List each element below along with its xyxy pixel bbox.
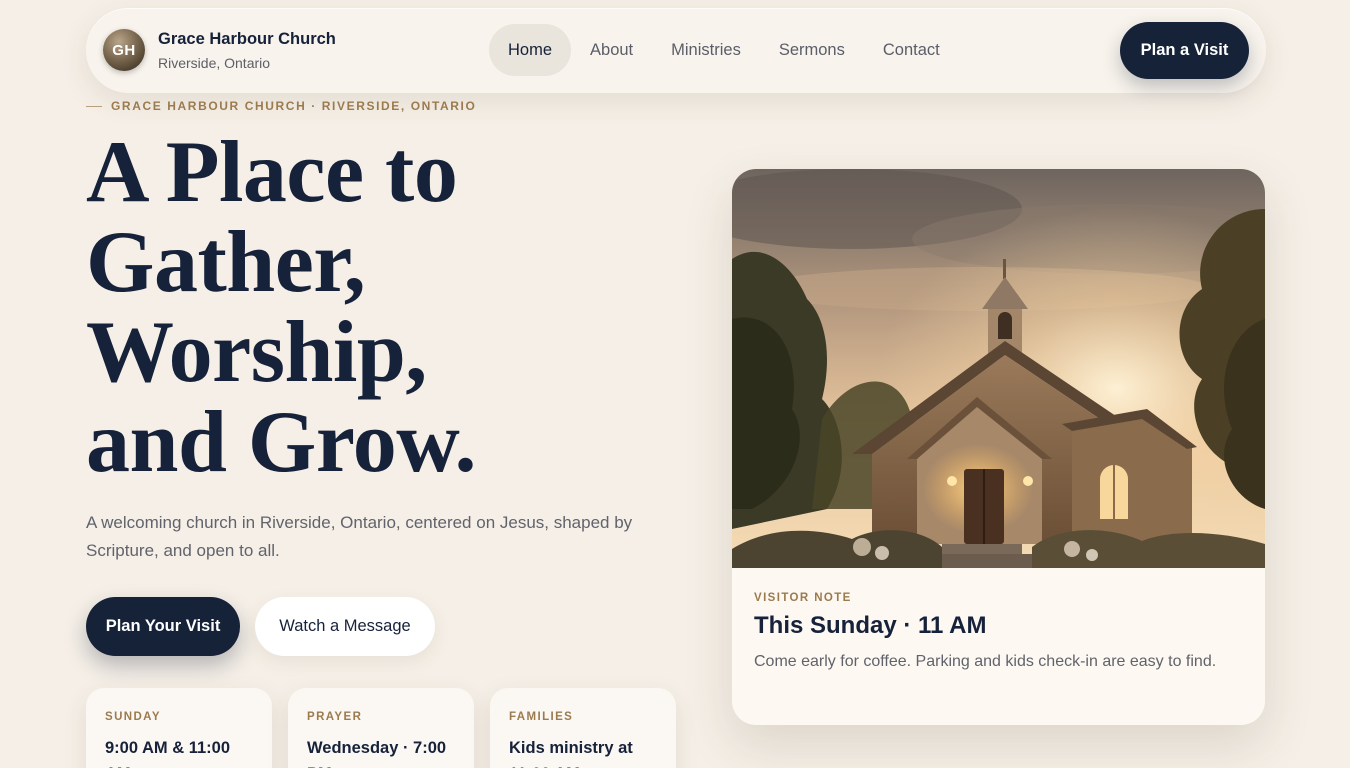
info-card-sunday: SUNDAY 9:00 AM & 11:00 AM (86, 688, 272, 768)
brand-location: Riverside, Ontario (158, 55, 271, 71)
eyebrow-text: GRACE HARBOUR CHURCH · RIVERSIDE, ONTARI… (111, 99, 477, 113)
church-photo (732, 169, 1265, 568)
nav-link-contact[interactable]: Contact (864, 24, 959, 76)
plan-a-visit-button[interactable]: Plan a Visit (1120, 22, 1249, 79)
hero-headline: A Place to Gather, Worship, and Grow. (86, 128, 646, 488)
plan-your-visit-button[interactable]: Plan Your Visit (86, 597, 240, 656)
info-card-label: SUNDAY (105, 711, 161, 723)
info-card-value: Wednesday · 7:00 PM (307, 739, 447, 768)
nav-link-sermons[interactable]: Sermons (760, 24, 864, 76)
nav-link-home[interactable]: Home (489, 24, 572, 76)
info-card-label: PRAYER (307, 711, 363, 723)
headline-line-1: A Place to (86, 124, 458, 221)
visitor-note-title: This Sunday · 11 AM (754, 612, 987, 639)
headline-line-4: and Grow. (86, 394, 477, 491)
hero-eyebrow: GRACE HARBOUR CHURCH · RIVERSIDE, ONTARI… (86, 99, 476, 113)
info-card-value: 9:00 AM & 11:00 AM (105, 739, 231, 768)
nav-links: Home About Ministries Sermons Contact (489, 24, 959, 76)
headline-line-3: Worship, (86, 304, 427, 401)
visitor-card: VISITOR NOTE This Sunday · 11 AM Come ea… (732, 169, 1265, 725)
info-card-label: FAMILIES (509, 711, 574, 723)
visitor-note-label: VISITOR NOTE (754, 592, 852, 604)
headline-line-2: Gather, (86, 214, 366, 311)
watch-a-message-button[interactable]: Watch a Message (255, 597, 435, 656)
nav-link-ministries[interactable]: Ministries (652, 24, 760, 76)
visitor-note-text: Come early for coffee. Parking and kids … (754, 653, 1217, 670)
info-card-prayer: PRAYER Wednesday · 7:00 PM (288, 688, 474, 768)
brand-name[interactable]: Grace Harbour Church (158, 30, 336, 49)
nav-link-about[interactable]: About (571, 24, 652, 76)
top-nav: GH Grace Harbour Church Riverside, Ontar… (86, 8, 1266, 93)
eyebrow-divider (86, 105, 102, 107)
info-card-families: FAMILIES Kids ministry at 11:00 AM (490, 688, 676, 768)
info-card-value: Kids ministry at 11:00 AM (509, 739, 633, 768)
hero-lead: A welcoming church in Riverside, Ontario… (86, 513, 633, 560)
brand-logo[interactable]: GH (103, 29, 145, 71)
